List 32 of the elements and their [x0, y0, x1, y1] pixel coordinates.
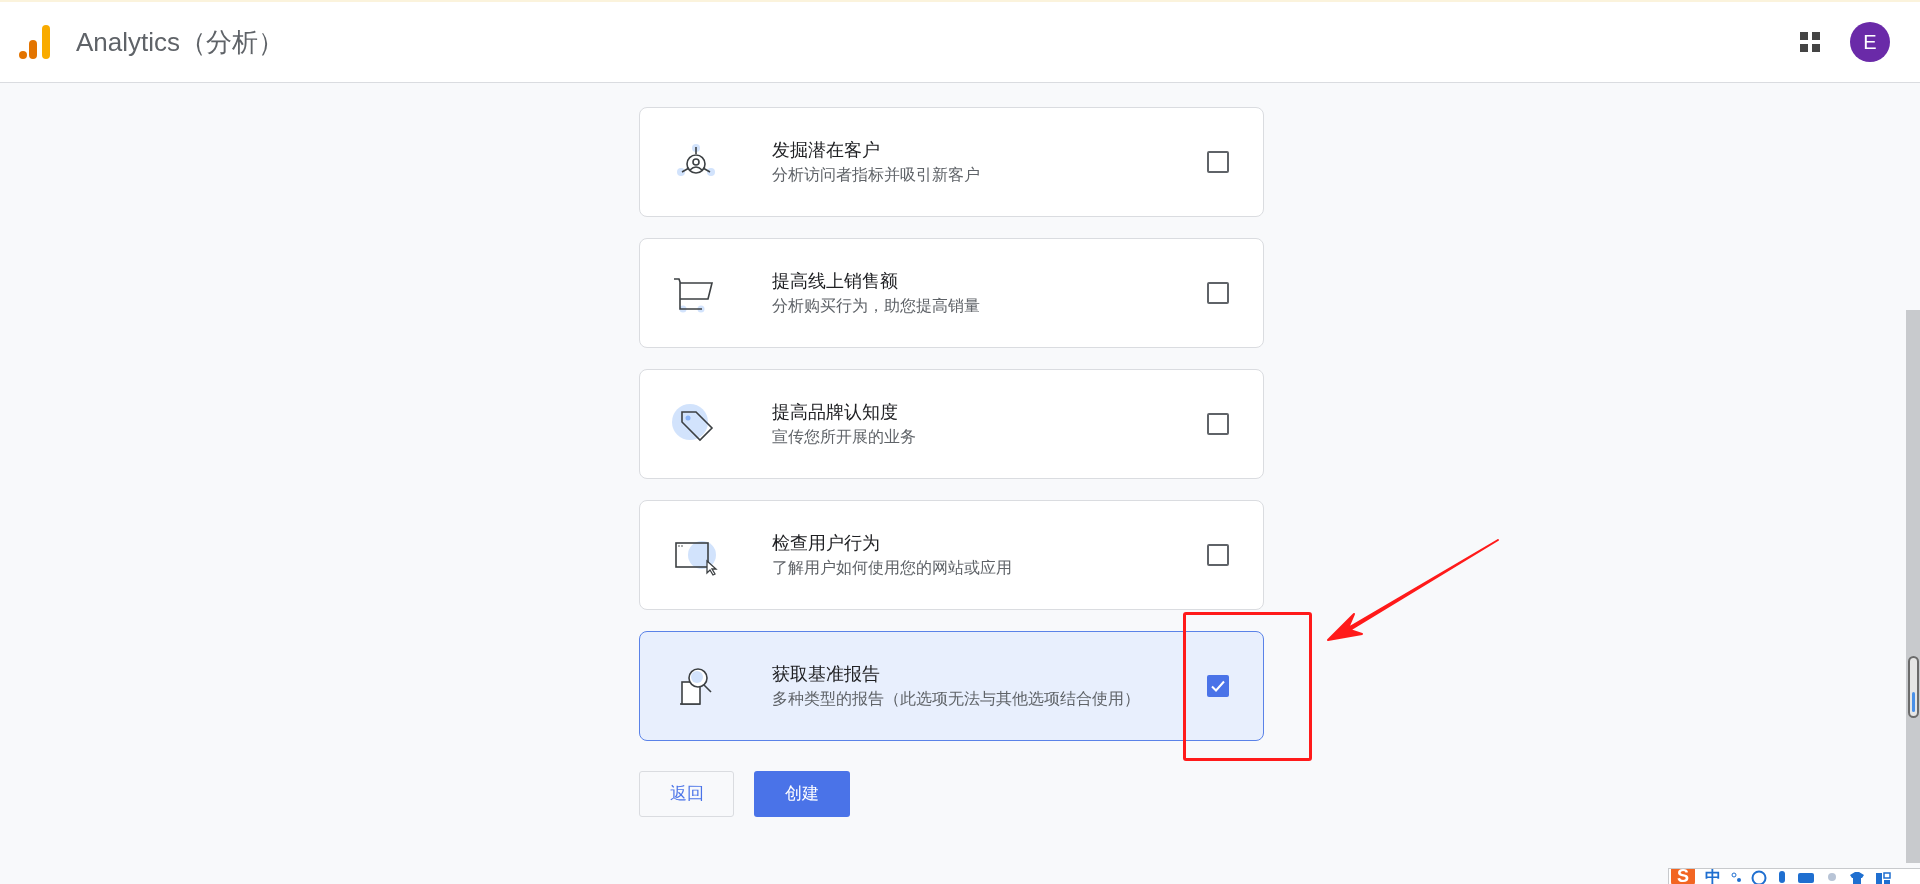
option-description: 分析购买行为，助您提高销量 [772, 296, 981, 316]
checkmark-icon [1210, 678, 1226, 694]
option-title: 提高线上销售额 [772, 270, 899, 293]
option-title: 发掘潜在客户 [772, 139, 881, 162]
microphone-icon[interactable] [1777, 869, 1787, 884]
option-checkbox[interactable] [1207, 282, 1229, 304]
back-button[interactable]: 返回 [639, 771, 734, 817]
option-checkbox[interactable] [1207, 413, 1229, 435]
scrollbar-thumb[interactable] [1908, 656, 1919, 718]
option-title: 检查用户行为 [772, 532, 881, 555]
option-checkbox[interactable] [1207, 151, 1229, 173]
option-description: 分析访问者指标并吸引新客户 [772, 165, 981, 185]
apps-grid-icon [1798, 30, 1822, 54]
option-description: 多种类型的报告（此选项无法与其他选项结合使用） [772, 689, 1141, 709]
bar-chart-logo-icon [18, 23, 52, 61]
grid-tiles-icon[interactable] [1875, 869, 1891, 884]
create-button[interactable]: 创建 [754, 771, 850, 817]
option-card[interactable]: 发掘潜在客户 分析访问者指标并吸引新客户 [639, 107, 1264, 217]
app-title: Analytics（分析） [76, 25, 285, 59]
option-card[interactable]: 检查用户行为 了解用户如何使用您的网站或应用 [639, 500, 1264, 610]
shirt-icon[interactable] [1849, 869, 1865, 884]
option-title: 获取基准报告 [772, 663, 881, 686]
option-checkbox[interactable] [1207, 544, 1229, 566]
option-card[interactable]: 获取基准报告 多种类型的报告（此选项无法与其他选项结合使用） [639, 631, 1264, 741]
input-mode-indicator[interactable]: 中 [1705, 869, 1721, 884]
account-avatar[interactable]: E [1850, 22, 1890, 62]
option-card[interactable]: 提高线上销售额 分析购买行为，助您提高销量 [639, 238, 1264, 348]
option-card[interactable]: 提高品牌认知度 宣传您所开展的业务 [639, 369, 1264, 479]
option-description: 宣传您所开展的业务 [772, 427, 917, 447]
option-description: 了解用户如何使用您的网站或应用 [772, 558, 1013, 578]
option-title: 提高品牌认知度 [772, 401, 899, 424]
option-checkbox[interactable] [1207, 675, 1229, 697]
